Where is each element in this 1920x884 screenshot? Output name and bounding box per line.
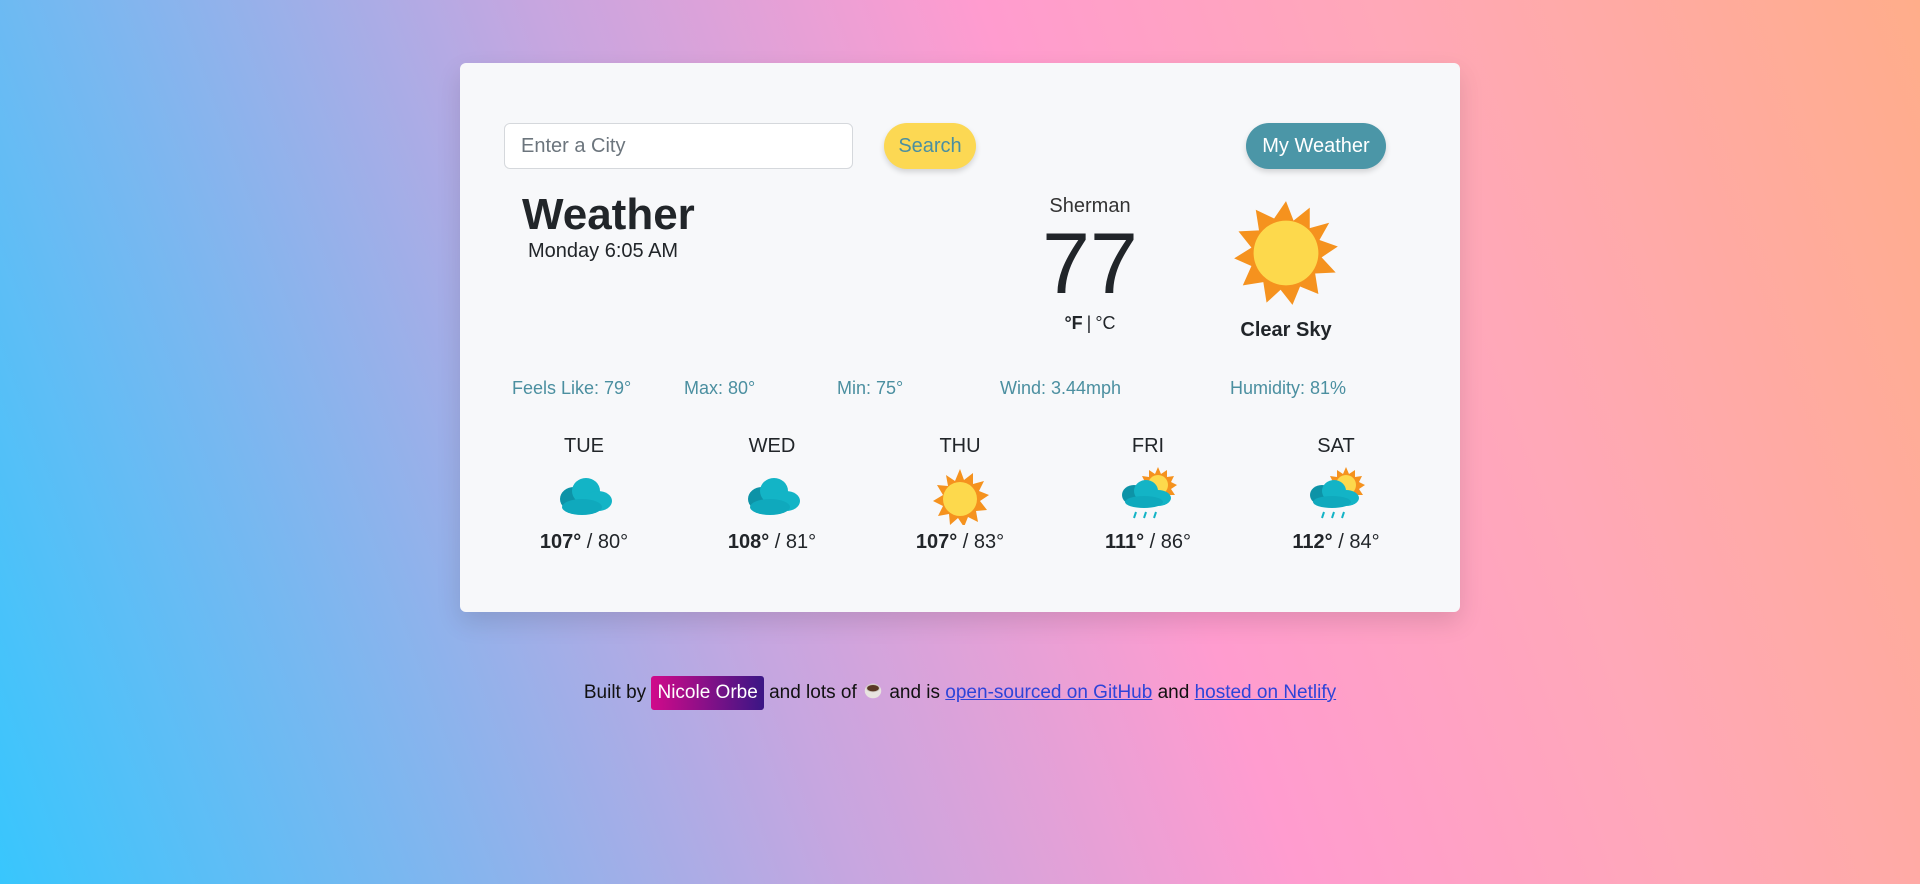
footer: Built by Nicole Orbe and lots of and is … <box>0 676 1920 710</box>
forecast-day-name: SAT <box>1317 435 1355 457</box>
coffee-icon <box>864 683 882 699</box>
forecast-day: THU 107° / 83° <box>880 435 1040 554</box>
forecast-day-name: TUE <box>564 435 604 457</box>
sun-rain-icon <box>1310 467 1365 519</box>
forecast-temps: 111° / 86° <box>1068 531 1228 554</box>
humidity-stat: Humidity: 81% <box>1230 378 1347 398</box>
forecast-low: / 83° <box>957 531 1005 553</box>
search-button[interactable]: Search <box>884 123 976 169</box>
netlify-link[interactable]: hosted on Netlify <box>1195 682 1337 703</box>
min-temp-stat: Min: 75° <box>837 378 904 398</box>
unit-toggle: °F | °C <box>990 313 1190 334</box>
weather-description: Clear Sky <box>1240 319 1332 341</box>
my-weather-button[interactable]: My Weather <box>1246 123 1386 169</box>
footer-and: and <box>1157 682 1190 703</box>
forecast-low: / 86° <box>1144 531 1192 553</box>
unit-separator: | <box>1086 313 1092 333</box>
sun-rain-icon <box>1122 467 1177 519</box>
feels-like-stat: Feels Like: 79° <box>512 378 632 398</box>
forecast-day-name: FRI <box>1131 435 1165 457</box>
current-temperature: 77 <box>1042 216 1138 312</box>
forecast-day-name: WED <box>748 435 796 457</box>
forecast-high: 108° <box>727 531 770 553</box>
footer-and-is: and is <box>889 682 941 703</box>
forecast-high: 107° <box>915 531 958 553</box>
sun-icon <box>933 469 989 525</box>
wind-stat: Wind: 3.44mph <box>1000 378 1122 398</box>
footer-built-by: Built by <box>583 682 647 703</box>
forecast-temps: 112° / 84° <box>1256 531 1416 554</box>
fahrenheit-link[interactable]: °F <box>1064 313 1082 333</box>
forecast-low: / 84° <box>1332 531 1380 553</box>
forecast-day-name: THU <box>939 435 981 457</box>
forecast-day: TUE 107° / 80° <box>504 435 664 554</box>
forecast-temps: 108° / 81° <box>692 531 852 554</box>
forecast-day: FRI 111° / 86° <box>1068 435 1228 554</box>
city-name: Sherman <box>1049 195 1131 217</box>
forecast-high: 107° <box>539 531 582 553</box>
author-badge: Nicole Orbe <box>651 676 764 710</box>
max-temp-stat: Max: 80° <box>684 378 756 398</box>
clouds-icon <box>560 478 612 515</box>
page-title: Weather <box>522 190 695 239</box>
forecast-low: / 81° <box>769 531 817 553</box>
forecast-day: WED 108° / 81° <box>692 435 852 554</box>
forecast-low: / 80° <box>581 531 629 553</box>
forecast-high: 112° <box>1292 531 1333 553</box>
forecast-day: SAT 112° / 84° <box>1256 435 1416 554</box>
city-search-input[interactable] <box>504 123 853 169</box>
weather-card: Search My Weather Weather Monday 6:05 AM… <box>460 63 1460 612</box>
current-date: Monday 6:05 AM <box>528 240 679 262</box>
footer-and-lots-of: and lots of <box>769 682 857 703</box>
github-link[interactable]: open-sourced on GitHub <box>945 682 1152 703</box>
clouds-icon <box>748 478 800 515</box>
celsius-link[interactable]: °C <box>1095 313 1115 333</box>
sun-icon <box>1234 201 1338 305</box>
forecast-high: 111° <box>1104 531 1145 553</box>
forecast-temps: 107° / 80° <box>504 531 664 554</box>
forecast-temps: 107° / 83° <box>880 531 1040 554</box>
